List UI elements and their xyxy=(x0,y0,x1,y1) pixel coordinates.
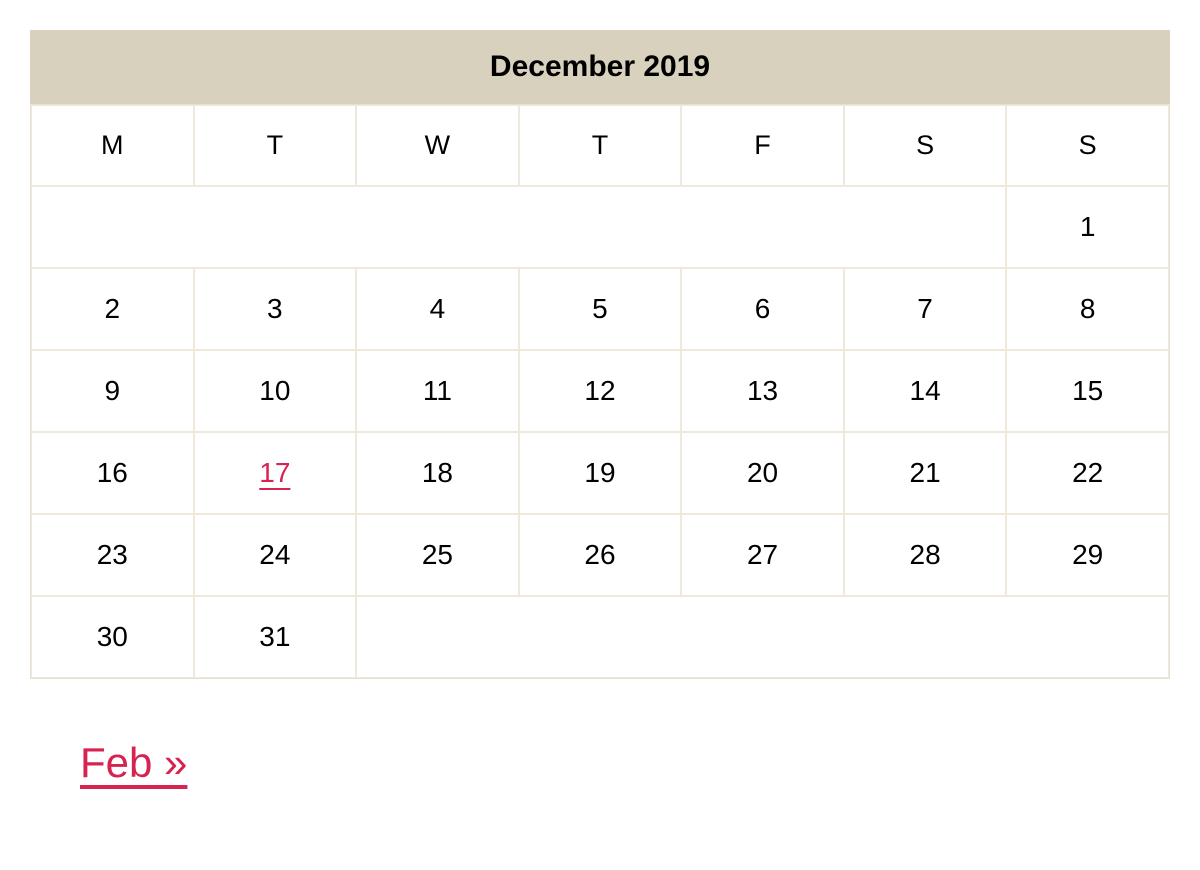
calendar-week-row: 9101112131415 xyxy=(31,350,1169,432)
calendar-day: 22 xyxy=(1006,432,1169,514)
weekday-header: M xyxy=(31,105,194,186)
calendar-pad xyxy=(356,596,1169,678)
weekday-header: F xyxy=(681,105,844,186)
calendar-day: 23 xyxy=(31,514,194,596)
calendar-day: 12 xyxy=(519,350,682,432)
next-month-link[interactable]: Feb » xyxy=(80,739,187,786)
calendar-day: 8 xyxy=(1006,268,1169,350)
calendar-title: December 2019 xyxy=(30,30,1170,104)
calendar-day: 14 xyxy=(844,350,1007,432)
calendar-day-link[interactable]: 17 xyxy=(194,432,357,514)
calendar-day: 26 xyxy=(519,514,682,596)
calendar-week-row: 3031 xyxy=(31,596,1169,678)
weekday-header: S xyxy=(1006,105,1169,186)
calendar-day: 30 xyxy=(31,596,194,678)
calendar-day: 2 xyxy=(31,268,194,350)
calendar-week-row: 23242526272829 xyxy=(31,514,1169,596)
calendar-day: 27 xyxy=(681,514,844,596)
calendar-day: 3 xyxy=(194,268,357,350)
calendar-day: 1 xyxy=(1006,186,1169,268)
calendar-day: 18 xyxy=(356,432,519,514)
calendar-day: 16 xyxy=(31,432,194,514)
calendar-day: 19 xyxy=(519,432,682,514)
calendar-week-row: 2345678 xyxy=(31,268,1169,350)
calendar-day: 24 xyxy=(194,514,357,596)
calendar-day: 28 xyxy=(844,514,1007,596)
calendar-body: 1234567891011121314151617181920212223242… xyxy=(31,186,1169,678)
calendar-day: 7 xyxy=(844,268,1007,350)
calendar-day: 6 xyxy=(681,268,844,350)
calendar-day: 13 xyxy=(681,350,844,432)
calendar: December 2019 M T W T F S S 123456789101… xyxy=(30,30,1170,679)
calendar-week-row: 16 17 1819202122 xyxy=(31,432,1169,514)
calendar-day: 5 xyxy=(519,268,682,350)
calendar-pad xyxy=(31,186,1006,268)
weekday-header: S xyxy=(844,105,1007,186)
calendar-weekday-row: M T W T F S S xyxy=(31,105,1169,186)
day-link[interactable]: 17 xyxy=(259,457,290,488)
calendar-day: 31 xyxy=(194,596,357,678)
calendar-day: 20 xyxy=(681,432,844,514)
calendar-day: 9 xyxy=(31,350,194,432)
calendar-day: 10 xyxy=(194,350,357,432)
calendar-week-row: 1 xyxy=(31,186,1169,268)
weekday-header: T xyxy=(519,105,682,186)
calendar-day: 11 xyxy=(356,350,519,432)
calendar-day: 4 xyxy=(356,268,519,350)
weekday-header: W xyxy=(356,105,519,186)
calendar-day: 15 xyxy=(1006,350,1169,432)
calendar-nav: Feb » xyxy=(30,739,1170,787)
calendar-day: 25 xyxy=(356,514,519,596)
calendar-day: 21 xyxy=(844,432,1007,514)
weekday-header: T xyxy=(194,105,357,186)
calendar-day: 29 xyxy=(1006,514,1169,596)
